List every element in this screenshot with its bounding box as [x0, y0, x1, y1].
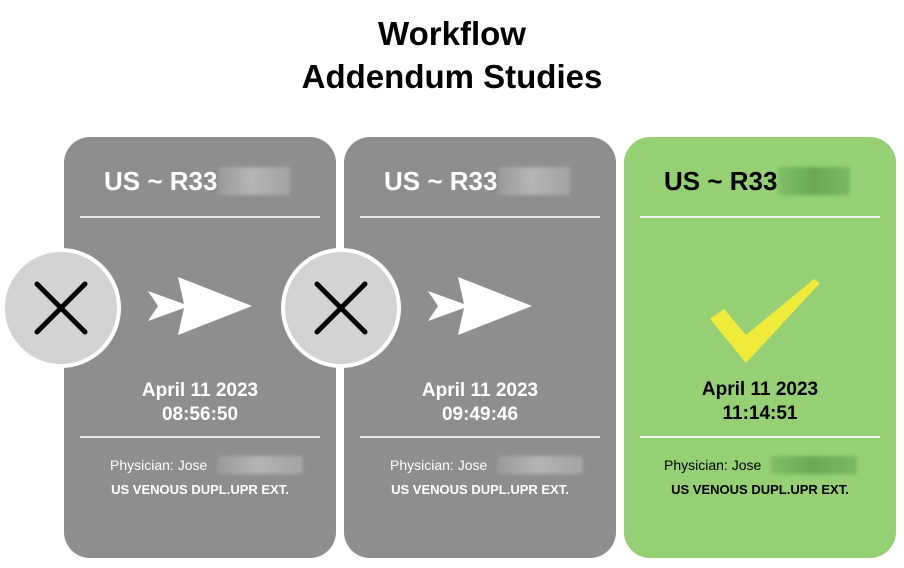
- study-date: April 11 2023: [701, 379, 819, 400]
- physician-line: Physician: Jose: [110, 456, 304, 474]
- checkmark-icon: [710, 279, 820, 363]
- divider: [640, 216, 880, 218]
- physician-name: Physician: Jose: [664, 457, 762, 473]
- divider: [360, 216, 600, 218]
- x-icon: [314, 281, 368, 335]
- study-time: 08:56:50: [161, 404, 239, 425]
- study-date: April 11 2023: [141, 380, 259, 401]
- divider: [80, 216, 320, 218]
- redacted-physician-surname: [771, 456, 858, 474]
- physician-line: Physician: Jose: [390, 456, 584, 474]
- study-id-text: US ~ R33: [664, 166, 778, 196]
- redacted-physician-surname: [217, 456, 304, 474]
- study-id: US ~ R33: [104, 165, 291, 197]
- study-time: 11:14:51: [722, 403, 798, 424]
- study-time: 09:49:46: [441, 404, 519, 425]
- divider: [80, 436, 320, 438]
- redacted-study-number: [778, 167, 851, 195]
- physician-name: Physician: Jose: [110, 457, 208, 473]
- divider: [640, 436, 880, 438]
- exam-description: US VENOUS DUPL.UPR EXT.: [671, 482, 849, 497]
- redacted-study-number: [218, 167, 291, 195]
- study-id-text: US ~ R33: [384, 166, 498, 196]
- page-subtitle: Addendum Studies: [301, 58, 603, 95]
- study-id: US ~ R33: [384, 165, 571, 197]
- x-icon: [34, 281, 88, 335]
- exam-description: US VENOUS DUPL.UPR EXT.: [111, 482, 289, 497]
- page-title: Workflow: [378, 15, 526, 52]
- study-date: April 11 2023: [421, 380, 539, 401]
- redacted-physician-surname: [497, 456, 584, 474]
- failed-marker-2: [281, 248, 401, 368]
- divider: [360, 436, 600, 438]
- redacted-study-number: [498, 167, 571, 195]
- study-id-text: US ~ R33: [104, 166, 218, 196]
- study-id: US ~ R33: [664, 165, 851, 197]
- physician-name: Physician: Jose: [390, 457, 488, 473]
- study-card-3[interactable]: US ~ R33 April 11 2023 11:14:51 Physicia…: [624, 137, 896, 558]
- exam-description: US VENOUS DUPL.UPR EXT.: [391, 482, 569, 497]
- failed-marker-1: [1, 248, 121, 368]
- physician-line: Physician: Jose: [664, 456, 858, 474]
- arrow-right-icon: [148, 277, 252, 335]
- arrow-right-icon: [428, 277, 532, 335]
